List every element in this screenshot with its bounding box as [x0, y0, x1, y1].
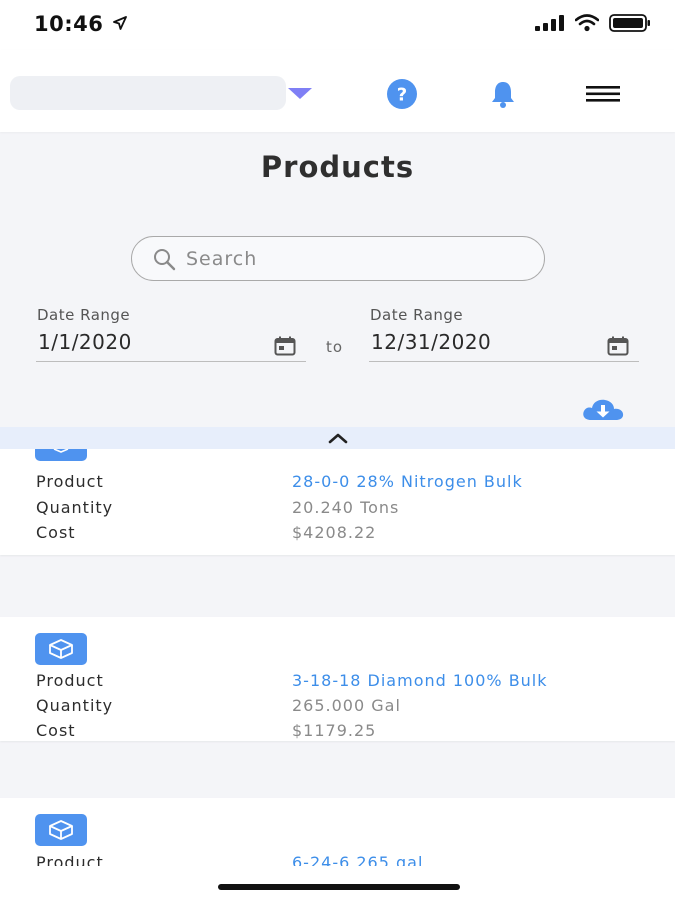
product-card[interactable]: Product 28-0-0 28% Nitrogen Bulk Quantit…: [0, 449, 675, 555]
product-box-badge: [35, 814, 87, 846]
quantity-value: 20.240 Tons: [292, 498, 400, 517]
search-icon-wrap: [152, 247, 176, 271]
cellular-signal-icon: [535, 15, 564, 31]
end-date-label: Date Range: [370, 306, 464, 324]
page-title: Products: [260, 150, 415, 184]
product-box-badge: [35, 449, 87, 461]
end-date-field[interactable]: 12/31/2020: [369, 328, 639, 362]
start-date-calendar-button[interactable]: [274, 336, 296, 360]
cloud-download-icon: [583, 399, 624, 420]
quantity-value: 265.000 Gal: [292, 696, 401, 715]
cost-label: Cost: [36, 523, 76, 542]
quantity-label: Quantity: [36, 696, 114, 715]
product-list: Product 28-0-0 28% Nitrogen Bulk Quantit…: [0, 449, 675, 869]
account-dropdown-button[interactable]: [288, 85, 312, 104]
product-label: Product: [36, 671, 104, 690]
bottom-safe-area: [0, 866, 675, 900]
box-icon: [49, 820, 73, 840]
product-name-link[interactable]: 3-18-18 Diamond 100% Bulk: [292, 671, 548, 690]
end-date-calendar-button[interactable]: [607, 336, 629, 360]
status-bar: 10:46: [0, 0, 675, 50]
location-arrow-icon: [113, 16, 128, 30]
help-icon: ?: [387, 79, 417, 109]
box-icon: [49, 639, 73, 659]
chevron-up-icon: [328, 433, 347, 444]
help-button[interactable]: ?: [385, 77, 419, 111]
cost-value: $1179.25: [292, 721, 377, 740]
home-indicator[interactable]: [218, 884, 460, 890]
start-date-value: 1/1/2020: [38, 330, 132, 354]
calendar-icon: [607, 336, 629, 356]
search-icon: [154, 248, 176, 270]
svg-text:?: ?: [397, 85, 407, 106]
calendar-icon: [274, 336, 296, 356]
status-time-text: 10:46: [34, 12, 104, 36]
product-name-link[interactable]: 28-0-0 28% Nitrogen Bulk: [292, 472, 523, 491]
cost-value: $4208.22: [292, 523, 377, 542]
box-icon: [53, 449, 69, 453]
status-indicators: [535, 14, 651, 32]
notifications-button[interactable]: [486, 77, 520, 111]
start-date-field[interactable]: 1/1/2020: [36, 328, 306, 362]
product-box-badge: [35, 633, 87, 665]
search-box[interactable]: [131, 236, 545, 281]
dropdown-caret-icon: [288, 88, 312, 99]
product-label: Product: [36, 472, 104, 491]
download-button[interactable]: [581, 398, 625, 426]
date-separator: to: [326, 338, 344, 356]
product-card[interactable]: Product 6-24-6 265 gal: [0, 798, 675, 869]
cost-label: Cost: [36, 721, 76, 740]
product-card[interactable]: Product 3-18-18 Diamond 100% Bulk Quanti…: [0, 617, 675, 741]
hamburger-menu-icon: [586, 86, 620, 102]
collapse-filters-toggle[interactable]: [0, 427, 675, 449]
menu-button[interactable]: [586, 77, 620, 111]
account-selector[interactable]: [10, 76, 286, 110]
app-header: ?: [0, 50, 675, 132]
search-input[interactable]: [186, 247, 516, 270]
status-time: 10:46: [34, 12, 128, 36]
start-date-label: Date Range: [37, 306, 131, 324]
battery-icon: [609, 14, 650, 32]
wifi-icon: [575, 14, 599, 32]
end-date-value: 12/31/2020: [371, 330, 492, 354]
quantity-label: Quantity: [36, 498, 114, 517]
bell-icon: [492, 82, 514, 108]
